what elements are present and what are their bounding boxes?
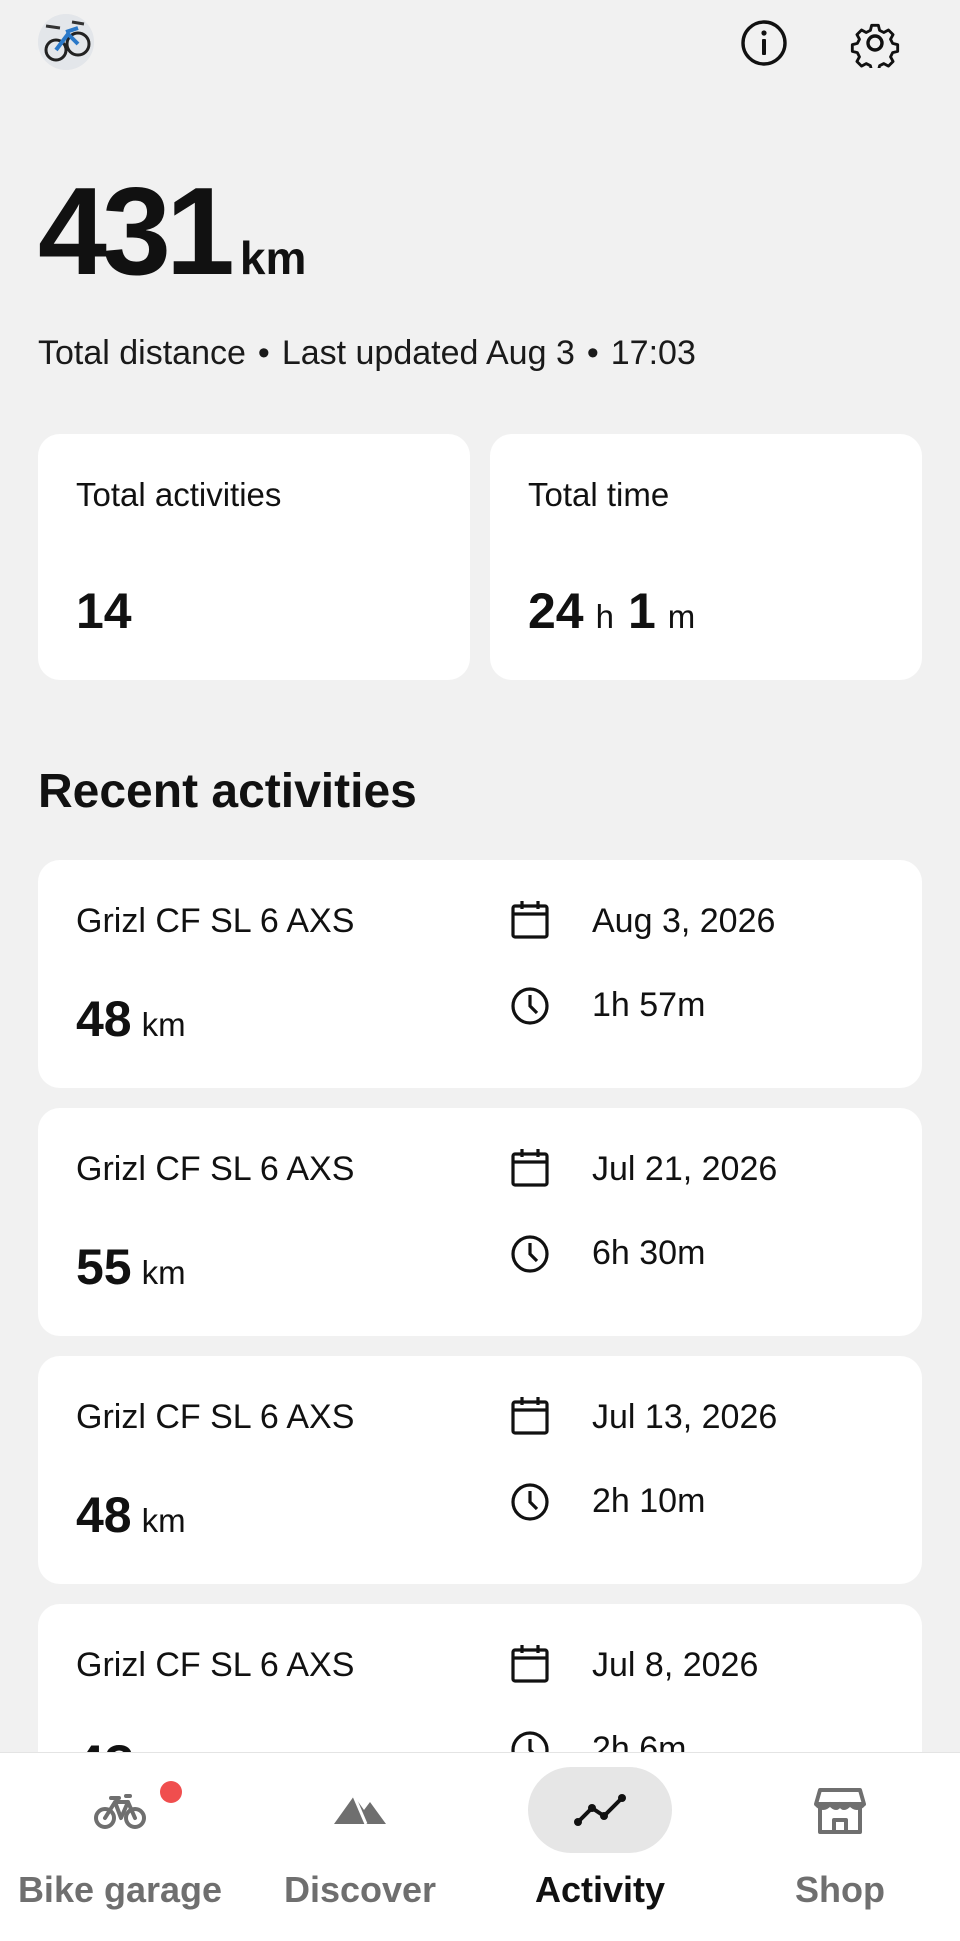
activity-distance-unit: km xyxy=(141,1006,186,1043)
minutes-unit: m xyxy=(667,598,696,635)
notification-badge xyxy=(160,1781,182,1803)
activity-distance-value: 48 xyxy=(76,991,132,1047)
activity-card[interactable]: Grizl CF SL 6 AXS 48 km Aug 3, 2026 1h 57… xyxy=(38,860,922,1088)
activity-bike-name: Grizl CF SL 6 AXS xyxy=(76,902,355,940)
total-distance-unit: km xyxy=(239,232,307,284)
activity-distance: 48 km xyxy=(76,990,186,1048)
nav-label: Activity xyxy=(534,1869,666,1910)
nav-label: Shop xyxy=(795,1869,885,1910)
hours-unit: h xyxy=(595,598,614,635)
activity-list[interactable]: Grizl CF SL 6 AXS 48 km Aug 3, 2026 1h 57… xyxy=(0,860,960,1752)
total-distance-value: 431 xyxy=(38,163,235,301)
activity-date: Jul 8, 2026 xyxy=(592,1646,759,1684)
recent-activities-title: Recent activities xyxy=(38,765,417,818)
activity-duration: 2h 10m xyxy=(592,1482,706,1520)
gear-icon[interactable] xyxy=(850,18,900,73)
activity-date: Jul 13, 2026 xyxy=(592,1398,778,1436)
activity-date: Aug 3, 2026 xyxy=(592,902,776,940)
bike-avatar[interactable] xyxy=(38,14,94,70)
activity-distance-value: 4? xyxy=(76,1735,134,1752)
activity-chart-icon xyxy=(574,1794,626,1826)
nav-icon-container xyxy=(288,1767,432,1853)
nav-label: Bike garage xyxy=(17,1869,223,1910)
nav-shop[interactable]: Shop xyxy=(720,1753,960,1941)
mountain-icon xyxy=(334,1795,386,1825)
total-time-minutes: 1 xyxy=(627,583,656,639)
activity-distance-unit: km xyxy=(141,1254,186,1291)
activity-distance: 4?km xyxy=(76,1734,188,1752)
bike-avatar-icon xyxy=(38,14,94,70)
total-activities-label: Total activities xyxy=(76,476,282,513)
distance-label: Total distance xyxy=(38,334,246,372)
total-distance: 431 km xyxy=(38,170,306,294)
calendar-icon xyxy=(511,901,549,939)
activity-card[interactable]: Grizl CF SL 6 AXS 4?km Jul 8, 2026 2h 6m xyxy=(38,1604,922,1752)
nav-icon-container xyxy=(768,1767,912,1853)
total-time-value: 24 h 1 m xyxy=(528,582,709,640)
activity-card[interactable]: Grizl CF SL 6 AXS 48 km Jul 13, 2026 2h 1… xyxy=(38,1356,922,1584)
activity-duration: 1h 57m xyxy=(592,986,706,1024)
separator-dot: • xyxy=(586,334,599,372)
info-icon[interactable] xyxy=(739,18,789,68)
nav-icon-container xyxy=(48,1767,192,1853)
nav-icon-container xyxy=(528,1767,672,1853)
total-time-card: Total time 24 h 1 m xyxy=(490,434,922,680)
activity-distance: 55 km xyxy=(76,1238,186,1296)
nav-activity[interactable]: Activity xyxy=(480,1753,720,1941)
separator-dot: • xyxy=(257,334,270,372)
activity-duration: 2h 6m xyxy=(592,1730,687,1752)
calendar-icon xyxy=(511,1397,549,1435)
top-bar xyxy=(0,0,960,90)
bottom-nav: Bike garage Discover Activity Shop xyxy=(0,1752,960,1941)
total-activities-card: Total activities 14 xyxy=(38,434,470,680)
clock-icon xyxy=(511,1731,549,1752)
activity-duration: 6h 30m xyxy=(592,1234,706,1272)
distance-subtitle: Total distance • Last updated Aug 3 • 17:03 xyxy=(38,334,696,373)
nav-bike-garage[interactable]: Bike garage xyxy=(0,1753,240,1941)
activity-distance-unit: km xyxy=(141,1502,186,1539)
activity-date: Jul 21, 2026 xyxy=(592,1150,778,1188)
activity-distance-value: 55 xyxy=(76,1239,132,1295)
clock-icon xyxy=(511,1235,549,1273)
last-updated: Last updated Aug 3 xyxy=(281,334,575,372)
activity-bike-name: Grizl CF SL 6 AXS xyxy=(76,1150,355,1188)
bike-icon xyxy=(94,1794,146,1829)
last-updated-time: 17:03 xyxy=(610,334,696,372)
activity-bike-name: Grizl CF SL 6 AXS xyxy=(76,1398,355,1436)
total-time-hours: 24 xyxy=(528,583,584,639)
clock-icon xyxy=(511,1483,549,1521)
calendar-icon xyxy=(511,1645,549,1683)
store-icon xyxy=(814,1788,866,1834)
clock-icon xyxy=(511,987,549,1025)
activity-card[interactable]: Grizl CF SL 6 AXS 55 km Jul 21, 2026 6h 3… xyxy=(38,1108,922,1336)
activity-bike-name: Grizl CF SL 6 AXS xyxy=(76,1646,355,1684)
total-time-label: Total time xyxy=(528,476,670,513)
activity-distance: 48 km xyxy=(76,1486,186,1544)
total-activities-value: 14 xyxy=(76,583,132,639)
activity-distance-value: 48 xyxy=(76,1487,132,1543)
calendar-icon xyxy=(511,1149,549,1187)
nav-discover[interactable]: Discover xyxy=(240,1753,480,1941)
nav-label: Discover xyxy=(283,1869,437,1910)
